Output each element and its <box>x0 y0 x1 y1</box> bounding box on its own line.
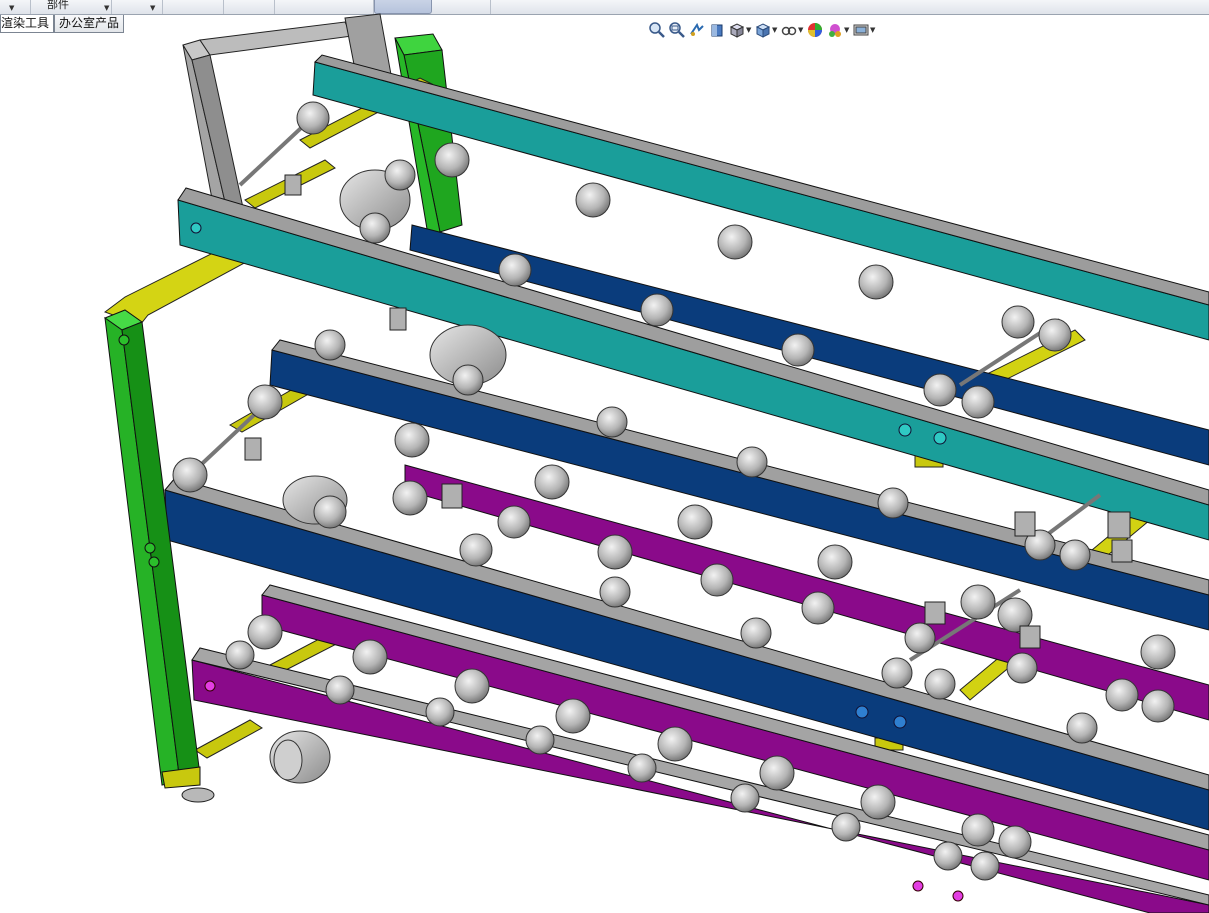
apply-scene-icon[interactable] <box>826 21 844 39</box>
zoom-to-area-icon[interactable] <box>668 21 686 39</box>
chevron-down-icon[interactable]: ▼ <box>798 26 804 34</box>
chevron-down-icon[interactable]: ▼ <box>746 26 752 34</box>
heads-up-view-toolbar: ▼ ▼ ▼ ▼ ▼ <box>648 20 876 40</box>
chevron-down-icon[interactable]: ▼ <box>772 26 778 34</box>
green-front-post <box>103 309 215 803</box>
zoom-to-fit-icon[interactable] <box>648 21 666 39</box>
hide-show-items-icon[interactable] <box>780 21 798 39</box>
view-settings-icon[interactable] <box>852 21 870 39</box>
chevron-down-icon[interactable]: ▼ <box>844 26 850 34</box>
section-view-icon[interactable] <box>708 21 726 39</box>
chevron-down-icon[interactable]: ▼ <box>870 26 876 34</box>
previous-view-icon[interactable] <box>688 21 706 39</box>
edit-appearance-icon[interactable] <box>806 21 824 39</box>
3d-model-viewport[interactable] <box>0 0 1209 913</box>
view-orientation-icon[interactable] <box>728 21 746 39</box>
display-style-icon[interactable] <box>754 21 772 39</box>
